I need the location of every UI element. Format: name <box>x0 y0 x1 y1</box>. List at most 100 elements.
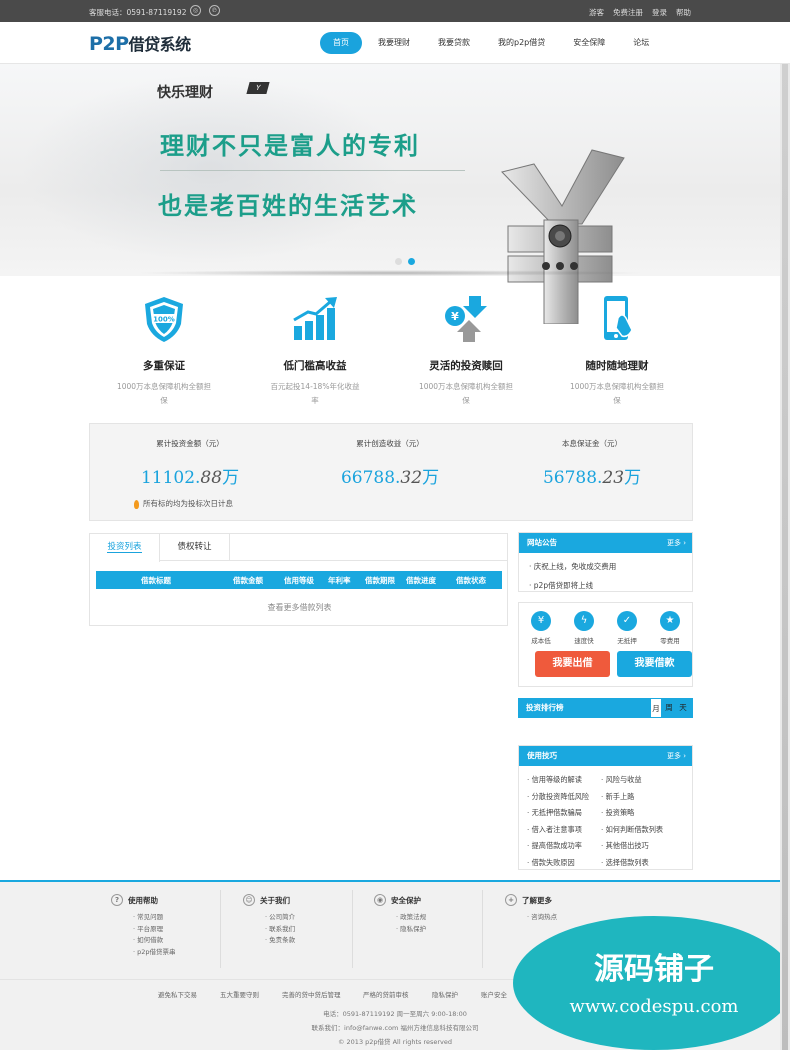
col-amount: 借款金额 <box>233 576 263 585</box>
footer-link[interactable]: · 如何借款 <box>133 935 176 947</box>
nav-invest[interactable]: 我要理财 <box>364 32 424 54</box>
policy-link[interactable]: 账户安全 <box>481 989 507 999</box>
tip-item[interactable]: · 其他借出技巧 <box>601 838 663 855</box>
footer-link[interactable]: · 平台原理 <box>133 924 176 936</box>
rank-tab-day[interactable]: 天 <box>677 698 689 718</box>
footer-col-title: 使用帮助 <box>128 895 158 905</box>
footer-help: ? 使用帮助 · 常见问题 · 平台原理 · 如何借款 · p2p借贷票串 <box>111 894 176 958</box>
watermark-badge: 源码铺子 www.codespu.com <box>513 916 790 1050</box>
stat-label: 累计投资金额（元） <box>156 439 224 448</box>
policy-link[interactable]: 五大重要守则 <box>220 989 259 999</box>
weibo-icon[interactable]: ◎ <box>190 5 201 16</box>
tips-header: 使用技巧 更多 › <box>519 746 692 766</box>
logo-cn: 借贷系统 <box>128 35 192 54</box>
plus-circle-icon: + <box>505 894 517 906</box>
stat-total-invest: 累计投资金额（元） 11102.88万 <box>90 438 290 488</box>
footer-link[interactable]: · 咨询热点 <box>527 912 557 924</box>
banner-small-title: 快乐理财 <box>157 85 213 101</box>
policy-link[interactable]: 避免私下交易 <box>158 989 197 999</box>
policy-link[interactable]: 隐私保护 <box>432 989 458 999</box>
tencent-weibo-icon[interactable]: ℗ <box>209 5 220 16</box>
nav-loan[interactable]: 我要贷款 <box>424 32 484 54</box>
stat-total-income: 累计创造收益（元） 66788.32万 <box>290 438 490 488</box>
lend-button[interactable]: 我要出借 <box>535 651 610 677</box>
tip-item[interactable]: · 新手上路 <box>601 789 663 806</box>
slide-dot-1[interactable] <box>395 258 402 265</box>
footer-link[interactable]: · p2p借贷票串 <box>133 947 176 959</box>
tip-item[interactable]: · 选择借款列表 <box>601 855 663 872</box>
slide-dot-2[interactable] <box>408 258 415 265</box>
nav-my-account[interactable]: 我的p2p借贷 <box>484 32 559 54</box>
footer-link[interactable]: · 联系我们 <box>265 924 295 936</box>
tip-item[interactable]: · 信用等级的解读 <box>527 772 589 789</box>
register-link[interactable]: 免费注册 <box>613 7 643 18</box>
footer-col-title: 关于我们 <box>260 895 290 905</box>
banner-divider <box>160 170 465 171</box>
feature-desc: 1000万本息保障机构全额担保 <box>418 382 514 405</box>
notice-item[interactable]: · 庆祝上线，免收成交费用 <box>529 561 692 572</box>
tip-item[interactable]: · 分散投资降低风险 <box>527 789 589 806</box>
col-rate: 年利率 <box>328 576 351 585</box>
advantage-label: 无抵押 <box>617 637 637 645</box>
tip-item[interactable]: · 无抵押借款骗局 <box>527 805 589 822</box>
notice-title: 网站公告 <box>527 538 557 547</box>
hero-banner[interactable]: 快乐理财 Y 理财不只是富人的专利 也是老百姓的生活艺术 <box>0 64 790 324</box>
tab-invest-list[interactable]: 投资列表 <box>90 534 160 562</box>
nav-home[interactable]: 首页 <box>320 32 362 54</box>
nav-forum[interactable]: 论坛 <box>619 32 663 54</box>
people-icon: ☺ <box>243 894 255 906</box>
col-title: 借款标题 <box>141 576 171 585</box>
footer-link[interactable]: · 政策法规 <box>396 912 426 924</box>
tip-item[interactable]: · 如何判断借款列表 <box>601 822 663 839</box>
feature-flexible: ¥ 灵活的投资赎回 1000万本息保障机构全额担保 <box>396 294 536 408</box>
notice-item[interactable]: · p2p借贷即将上线 <box>529 580 692 591</box>
advantage-label: 零费用 <box>660 637 680 645</box>
tips-more-link[interactable]: 更多 › <box>667 746 686 766</box>
borrow-button[interactable]: 我要借款 <box>617 651 692 677</box>
tip-item[interactable]: · 风险与收益 <box>601 772 663 789</box>
advantage-label: 成本低 <box>531 637 551 645</box>
tip-item[interactable]: · 投资策略 <box>601 805 663 822</box>
logo[interactable]: P2P借贷系统 <box>89 31 191 55</box>
guest-link[interactable]: 游客 <box>589 7 604 18</box>
policy-link[interactable]: 严格的贷前审核 <box>363 989 409 999</box>
more-loans-link[interactable]: 查看更多借款列表 <box>90 602 509 613</box>
star-icon: ★ <box>660 611 680 631</box>
feature-title: 灵活的投资赎回 <box>429 360 503 372</box>
advantage-no-collateral: ✓ 无抵押 <box>607 611 647 645</box>
tab-debt-transfer[interactable]: 债权转让 <box>160 534 230 561</box>
feature-title: 低门槛高收益 <box>283 360 347 372</box>
footer-divider <box>352 890 353 968</box>
scrollbar-thumb[interactable] <box>782 64 788 1050</box>
login-link[interactable]: 登录 <box>652 7 667 18</box>
notice-panel: 网站公告 更多 › · 庆祝上线，免收成交费用 · p2p借贷即将上线 <box>518 532 693 592</box>
footer-about: ☺ 关于我们 · 公司简介 · 联系我们 · 免责条款 <box>243 894 295 947</box>
feature-desc: 1000万本息保障机构全额担保 <box>569 382 665 405</box>
lightning-icon: ϟ <box>574 611 594 631</box>
invest-tabs: 投资列表 债权转让 <box>90 534 507 562</box>
stat-value: 56788.23万 <box>542 468 642 488</box>
notice-more-link[interactable]: 更多 › <box>667 533 686 553</box>
tip-item[interactable]: · 提高借款成功率 <box>527 838 589 855</box>
shield-100-icon: 100% <box>145 297 183 342</box>
footer-divider <box>220 890 221 968</box>
logo-en: P2P <box>89 33 129 55</box>
footer-link[interactable]: · 免责条款 <box>265 935 295 947</box>
rank-tab-week[interactable]: 周 <box>663 698 675 718</box>
col-status: 借款状态 <box>456 576 486 585</box>
help-link[interactable]: 帮助 <box>676 7 691 18</box>
footer-link[interactable]: · 公司简介 <box>265 912 295 924</box>
yen-circle-icon: ¥ <box>531 611 551 631</box>
policy-link[interactable]: 完善的贷中贷后管理 <box>282 989 341 999</box>
tips-panel: 使用技巧 更多 › · 信用等级的解读 · 分散投资降低风险 · 无抵押借款骗局 … <box>518 745 693 870</box>
footer-link[interactable]: · 常见问题 <box>133 912 176 924</box>
banner-headline-2: 也是老百姓的生活艺术 <box>158 192 418 220</box>
tip-item[interactable]: · 借款失败原因 <box>527 855 589 872</box>
header: P2P借贷系统 首页 我要理财 我要贷款 我的p2p借贷 安全保障 论坛 <box>0 22 790 64</box>
tip-item[interactable]: · 借入者注意事项 <box>527 822 589 839</box>
stat-label: 累计创造收益（元） <box>356 439 424 448</box>
nav-security[interactable]: 安全保障 <box>559 32 619 54</box>
page-scrollbar[interactable] <box>780 64 790 1050</box>
rank-tab-month[interactable]: 月 <box>650 698 662 718</box>
footer-link[interactable]: · 隐私保护 <box>396 924 426 936</box>
